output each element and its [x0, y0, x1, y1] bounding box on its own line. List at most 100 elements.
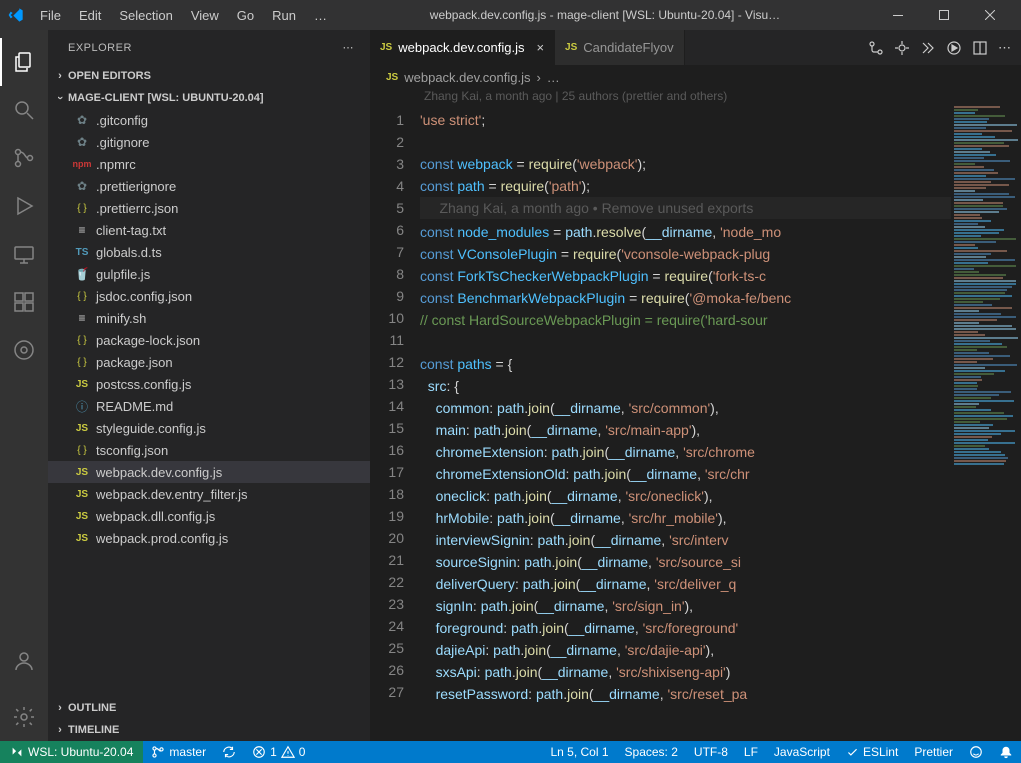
file-item[interactable]: { }package-lock.json	[48, 329, 370, 351]
menu-…[interactable]: …	[306, 4, 335, 27]
remote-explorer-tab[interactable]	[0, 230, 48, 278]
menu-file[interactable]: File	[32, 4, 69, 27]
json-file-icon: { }	[72, 357, 92, 368]
file-item[interactable]: ≡minify.sh	[48, 307, 370, 329]
source-control-tab[interactable]	[0, 134, 48, 182]
git-branch[interactable]: master	[143, 741, 214, 763]
more-actions-icon[interactable]: ⋯	[998, 40, 1011, 56]
search-tab[interactable]	[0, 86, 48, 134]
remote-indicator[interactable]: WSL: Ubuntu-20.04	[0, 741, 143, 763]
file-item[interactable]: { } package.json	[48, 351, 370, 373]
js-file-icon: JS	[72, 511, 92, 522]
file-item[interactable]: { }tsconfig.json	[48, 439, 370, 461]
file-name: client-tag.txt	[96, 223, 166, 238]
js-file-icon: JS	[380, 42, 392, 53]
editor-tab[interactable]: JSwebpack.dev.config.js×	[370, 30, 555, 65]
minimize-button[interactable]	[875, 0, 921, 30]
explorer-tab[interactable]	[0, 38, 48, 86]
file-item[interactable]: ✿.prettierignore	[48, 175, 370, 197]
eslint-status[interactable]: ESLint	[838, 745, 906, 759]
close-button[interactable]	[967, 0, 1013, 30]
menu-view[interactable]: View	[183, 4, 227, 27]
chevron-right-icon: ›	[52, 724, 68, 736]
chevron-down-icon: ›	[54, 90, 66, 106]
file-item[interactable]: JS webpack.dll.config.js	[48, 505, 370, 527]
outline-section[interactable]: › OUTLINE	[48, 697, 370, 719]
file-item[interactable]: ⓘREADME.md	[48, 395, 370, 417]
maximize-button[interactable]	[921, 0, 967, 30]
cfg-file-icon: ✿	[72, 135, 92, 149]
menu-go[interactable]: Go	[229, 4, 262, 27]
file-item[interactable]: JSwebpack.dev.config.js	[48, 461, 370, 483]
file-item[interactable]: { }.prettierrc.json	[48, 197, 370, 219]
timeline-section[interactable]: › TIMELINE	[48, 719, 370, 741]
txt-file-icon: ≡	[72, 311, 92, 325]
title-bar: FileEditSelectionViewGoRun… webpack.dev.…	[0, 0, 1021, 30]
file-name: webpack.dll.config.js	[96, 509, 215, 524]
file-item[interactable]: JSstyleguide.config.js	[48, 417, 370, 439]
file-item[interactable]: TSglobals.d.ts	[48, 241, 370, 263]
feedback-icon[interactable]	[961, 745, 991, 759]
toggle-changes-icon[interactable]	[920, 40, 936, 56]
file-name: .gitignore	[96, 135, 149, 150]
problems-indicator[interactable]: 1 0	[244, 741, 313, 763]
run-debug-tab[interactable]	[0, 182, 48, 230]
sidebar-header: EXPLORER ⋯	[48, 30, 370, 65]
chevron-right-icon: ›	[52, 702, 68, 714]
file-item[interactable]: ≡client-tag.txt	[48, 219, 370, 241]
run-icon[interactable]	[946, 40, 962, 56]
close-tab-icon[interactable]: ×	[536, 40, 544, 55]
file-item[interactable]: JSwebpack.prod.config.js	[48, 527, 370, 549]
notifications-icon[interactable]	[991, 745, 1021, 759]
editor-tab[interactable]: JSCandidateFlyov	[555, 30, 685, 65]
file-item[interactable]: 🥤gulpfile.js	[48, 263, 370, 285]
tabs-row: JSwebpack.dev.config.js×JSCandidateFlyov…	[370, 30, 1021, 65]
file-name: webpack.dev.entry_filter.js	[96, 487, 248, 502]
file-item[interactable]: ✿.gitconfig	[48, 109, 370, 131]
menu-selection[interactable]: Selection	[111, 4, 180, 27]
window-controls	[875, 0, 1013, 30]
git-open-icon[interactable]	[894, 40, 910, 56]
sync-button[interactable]	[214, 741, 244, 763]
sidebar: EXPLORER ⋯ › OPEN EDITORS › MAGE-CLIENT …	[48, 30, 370, 741]
minimap[interactable]	[951, 105, 1021, 741]
ts-file-icon: TS	[72, 247, 92, 258]
file-name: package.json	[96, 355, 173, 370]
json-file-icon: { }	[72, 335, 92, 346]
file-item[interactable]: { }jsdoc.config.json	[48, 285, 370, 307]
file-name: .npmrc	[96, 157, 136, 172]
file-item[interactable]: ✿ .gitignore	[48, 131, 370, 153]
file-item[interactable]: JS webpack.dev.entry_filter.js	[48, 483, 370, 505]
vscode-logo-icon	[8, 7, 24, 23]
menu-edit[interactable]: Edit	[71, 4, 109, 27]
file-item[interactable]: JSpostcss.config.js	[48, 373, 370, 395]
code-editor[interactable]: 1234567891011121314151617181920212223242…	[370, 105, 1021, 741]
settings-button[interactable]	[0, 693, 48, 741]
file-name: webpack.prod.config.js	[96, 531, 228, 546]
split-editor-icon[interactable]	[972, 40, 988, 56]
code-content[interactable]: 'use strict'; const webpack = require('w…	[420, 105, 951, 741]
prettier-status[interactable]: Prettier	[906, 745, 961, 759]
breadcrumb[interactable]: JS webpack.dev.config.js › …	[370, 65, 1021, 89]
open-editors-section[interactable]: › OPEN EDITORS	[48, 65, 370, 87]
workspace-section[interactable]: › MAGE-CLIENT [WSL: UBUNTU-20.04]	[48, 87, 370, 109]
js-file-icon: JS	[72, 489, 92, 500]
accounts-button[interactable]	[0, 637, 48, 685]
eol[interactable]: LF	[736, 745, 766, 759]
menu-run[interactable]: Run	[264, 4, 304, 27]
gitlens-tab[interactable]	[0, 326, 48, 374]
encoding[interactable]: UTF-8	[686, 745, 736, 759]
language-mode[interactable]: JavaScript	[766, 745, 838, 759]
file-name: README.md	[96, 399, 173, 414]
menu-bar: FileEditSelectionViewGoRun…	[32, 4, 335, 27]
file-list: ✿.gitconfig ✿ .gitignore npm.npmrc✿.prettie…	[48, 109, 370, 697]
js-file-icon: JS	[72, 467, 92, 478]
file-item[interactable]: npm.npmrc	[48, 153, 370, 175]
indentation[interactable]: Spaces: 2	[617, 745, 686, 759]
sidebar-more-icon[interactable]: ⋯	[343, 41, 355, 54]
extensions-tab[interactable]	[0, 278, 48, 326]
file-name: .prettierrc.json	[96, 201, 178, 216]
compare-changes-icon[interactable]	[868, 40, 884, 56]
tab-actions: ⋯	[858, 30, 1021, 65]
cursor-position[interactable]: Ln 5, Col 1	[542, 745, 616, 759]
